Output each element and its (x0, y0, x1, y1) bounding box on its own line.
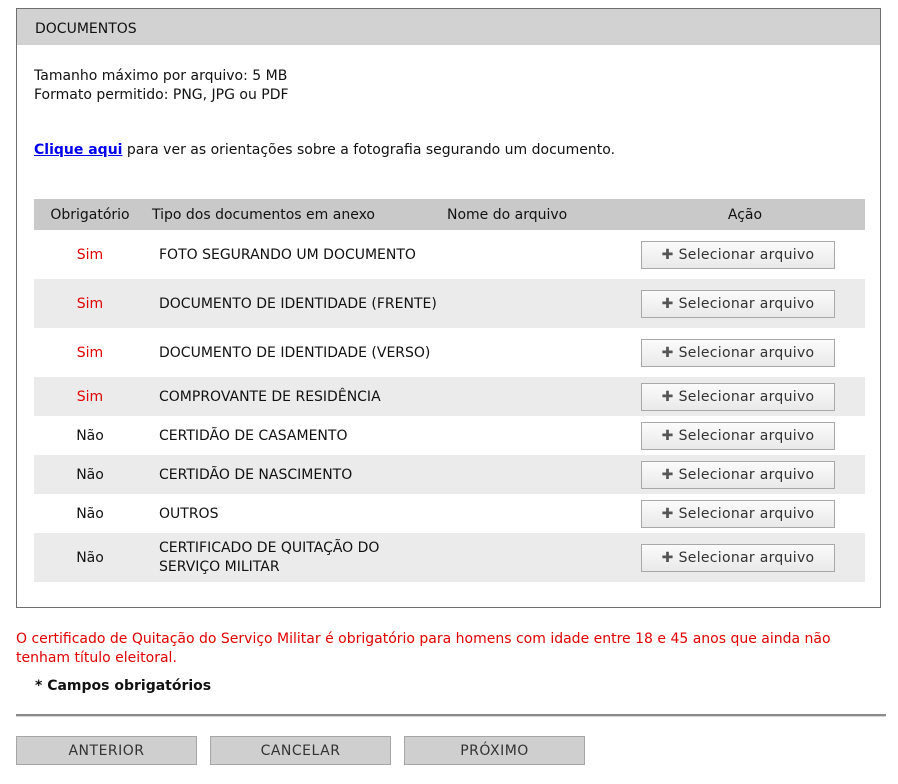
max-size-text: Tamanho máximo por arquivo: 5 MB (34, 68, 288, 84)
plus-icon: ✚ (661, 246, 674, 263)
action-cell: ✚ Selecionar arquivo (625, 230, 865, 279)
select-file-button[interactable]: ✚ Selecionar arquivo (641, 543, 835, 572)
file-name-cell (442, 377, 625, 416)
plus-icon: ✚ (661, 427, 674, 444)
documents-panel: DOCUMENTOS Tamanho máximo por arquivo: 5… (16, 8, 881, 608)
upload-info: Tamanho máximo por arquivo: 5 MB Formato… (34, 67, 289, 105)
select-file-label: Selecionar arquivo (678, 427, 815, 444)
table-header-row: Obrigatório Tipo dos documentos em anexo… (34, 199, 865, 230)
doc-type-cell: CERTIFICADO DE QUITAÇÃO DO SERVIÇO MILIT… (159, 540, 380, 575)
panel-title: DOCUMENTOS (17, 9, 880, 45)
file-name-cell (442, 328, 625, 377)
select-file-label: Selecionar arquivo (678, 388, 815, 405)
select-file-label: Selecionar arquivo (678, 505, 815, 522)
table-row: Não OUTROS ✚ Selecionar arquivo (34, 494, 865, 533)
table-row: Sim FOTO SEGURANDO UM DOCUMENTO ✚ Seleciona… (34, 230, 865, 279)
plus-icon: ✚ (661, 466, 674, 483)
select-file-label: Selecionar arquivo (678, 549, 815, 566)
action-cell: ✚ Selecionar arquivo (625, 416, 865, 455)
select-file-button[interactable]: ✚ Selecionar arquivo (641, 421, 835, 450)
formats-text: Formato permitido: PNG, JPG ou PDF (34, 87, 289, 103)
doc-type-cell: CERTIDÃO DE NASCIMENTO (159, 466, 353, 483)
required-cell: Sim (76, 295, 104, 312)
file-name-cell (442, 494, 625, 533)
plus-icon: ✚ (661, 344, 674, 361)
file-name-cell (442, 230, 625, 279)
plus-icon: ✚ (661, 505, 674, 522)
header-file-name: Nome do arquivo (442, 199, 625, 230)
action-cell: ✚ Selecionar arquivo (625, 533, 865, 582)
required-cell: Não (76, 549, 104, 566)
orientation-text: Clique aqui para ver as orientações sobr… (34, 142, 615, 158)
orientation-link[interactable]: Clique aqui (34, 142, 122, 158)
documents-table: Obrigatório Tipo dos documentos em anexo… (34, 199, 865, 582)
action-cell: ✚ Selecionar arquivo (625, 328, 865, 377)
file-name-cell (442, 279, 625, 328)
table-row: Sim DOCUMENTO DE IDENTIDADE (VERSO) ✚ Selec… (34, 328, 865, 377)
required-cell: Não (76, 427, 104, 444)
action-cell: ✚ Selecionar arquivo (625, 377, 865, 416)
required-cell: Sim (76, 246, 104, 263)
required-cell: Sim (76, 388, 104, 405)
action-cell: ✚ Selecionar arquivo (625, 279, 865, 328)
select-file-label: Selecionar arquivo (678, 246, 815, 263)
action-cell: ✚ Selecionar arquivo (625, 494, 865, 533)
select-file-button[interactable]: ✚ Selecionar arquivo (641, 338, 835, 367)
select-file-button[interactable]: ✚ Selecionar arquivo (641, 499, 835, 528)
required-fields-note: * Campos obrigatórios (35, 678, 212, 694)
table-row: Não CERTIFICADO DE QUITAÇÃO DO SERVIÇO MI… (34, 533, 865, 582)
select-file-button[interactable]: ✚ Selecionar arquivo (641, 240, 835, 269)
doc-type-cell: OUTROS (159, 505, 219, 522)
previous-button[interactable]: ANTERIOR (16, 736, 197, 765)
file-name-cell (442, 533, 625, 582)
header-doc-type: Tipo dos documentos em anexo (146, 199, 442, 230)
select-file-button[interactable]: ✚ Selecionar arquivo (641, 460, 835, 489)
doc-type-cell: DOCUMENTO DE IDENTIDADE (VERSO) (159, 344, 431, 361)
doc-type-cell: CERTIDÃO DE CASAMENTO (159, 427, 348, 444)
required-cell: Não (76, 466, 104, 483)
header-action: Ação (625, 199, 865, 230)
plus-icon: ✚ (661, 388, 674, 405)
doc-type-cell: DOCUMENTO DE IDENTIDADE (FRENTE) (159, 295, 437, 312)
select-file-label: Selecionar arquivo (678, 344, 815, 361)
table-row: Não CERTIDÃO DE CASAMENTO ✚ Selecionar arqu… (34, 416, 865, 455)
table-row: Não CERTIDÃO DE NASCIMENTO ✚ Selecionar arq… (34, 455, 865, 494)
select-file-button[interactable]: ✚ Selecionar arquivo (641, 382, 835, 411)
file-name-cell (442, 455, 625, 494)
select-file-button[interactable]: ✚ Selecionar arquivo (641, 289, 835, 318)
doc-type-cell: FOTO SEGURANDO UM DOCUMENTO (159, 246, 416, 263)
next-button[interactable]: PRÓXIMO (404, 736, 585, 765)
select-file-label: Selecionar arquivo (678, 466, 815, 483)
header-required: Obrigatório (34, 199, 146, 230)
table-row: Sim COMPROVANTE DE RESIDÊNCIA ✚ Selecionar … (34, 377, 865, 416)
required-cell: Não (76, 505, 104, 522)
file-name-cell (442, 416, 625, 455)
select-file-label: Selecionar arquivo (678, 295, 815, 312)
table-row: Sim DOCUMENTO DE IDENTIDADE (FRENTE) ✚ Sele… (34, 279, 865, 328)
orientation-description: para ver as orientações sobre a fotograf… (122, 142, 616, 158)
plus-icon: ✚ (661, 549, 674, 566)
divider (16, 714, 886, 717)
action-cell: ✚ Selecionar arquivo (625, 455, 865, 494)
cancel-button[interactable]: CANCELAR (210, 736, 391, 765)
plus-icon: ✚ (661, 295, 674, 312)
doc-type-cell: COMPROVANTE DE RESIDÊNCIA (159, 388, 381, 405)
military-certificate-warning: O certificado de Quitação do Serviço Mil… (16, 631, 831, 666)
required-cell: Sim (76, 344, 104, 361)
